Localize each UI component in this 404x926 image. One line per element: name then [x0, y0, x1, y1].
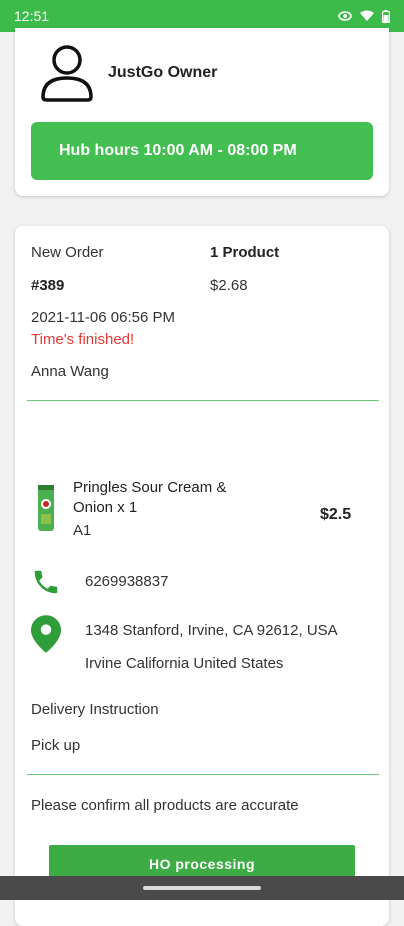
signal-icon [338, 11, 352, 21]
battery-icon [382, 9, 390, 23]
delivery-instruction-label: Delivery Instruction [31, 701, 159, 718]
order-total: $2.68 [210, 277, 248, 294]
divider [27, 774, 379, 775]
address-line1: 1348 Stanford, Irvine, CA 92612, USA [85, 622, 338, 639]
order-number: #389 [31, 277, 65, 294]
product-name-line1: Pringles Sour Cream & [73, 479, 227, 496]
divider [27, 400, 379, 401]
timer-note: Time's finished! [31, 331, 135, 348]
wifi-icon [360, 10, 374, 21]
delivery-instruction-value: Pick up [31, 737, 81, 754]
order-card[interactable]: New Order 1 Product #389 $2.68 2021-11-0… [15, 226, 389, 926]
home-gesture-handle[interactable] [143, 886, 261, 890]
owner-name: JustGo Owner [108, 64, 218, 81]
phone-number[interactable]: 6269938837 [85, 573, 168, 590]
confirm-text: Please confirm all products are accurate [31, 797, 299, 814]
status-time: 12:51 [14, 8, 50, 24]
customer-name: Anna Wang [31, 363, 109, 380]
phone-icon[interactable] [31, 566, 61, 598]
order-status: New Order [31, 244, 104, 261]
status-icons [338, 9, 390, 23]
product-name-line2: Onion x 1 [73, 499, 138, 516]
address-line2: Irvine California United States [85, 655, 284, 672]
user-avatar-icon [41, 45, 93, 102]
product-count: 1 Product [210, 244, 280, 261]
product-price: $2.5 [320, 506, 352, 523]
product-image [38, 485, 54, 531]
hub-hours-button[interactable]: Hub hours 10:00 AM - 08:00 PM [31, 122, 373, 180]
order-datetime: 2021-11-06 06:56 PM [31, 309, 175, 326]
owner-card: JustGo Owner Hub hours 10:00 AM - 08:00 … [15, 28, 389, 196]
product-shelf: A1 [73, 522, 92, 539]
location-pin-icon [31, 615, 61, 653]
